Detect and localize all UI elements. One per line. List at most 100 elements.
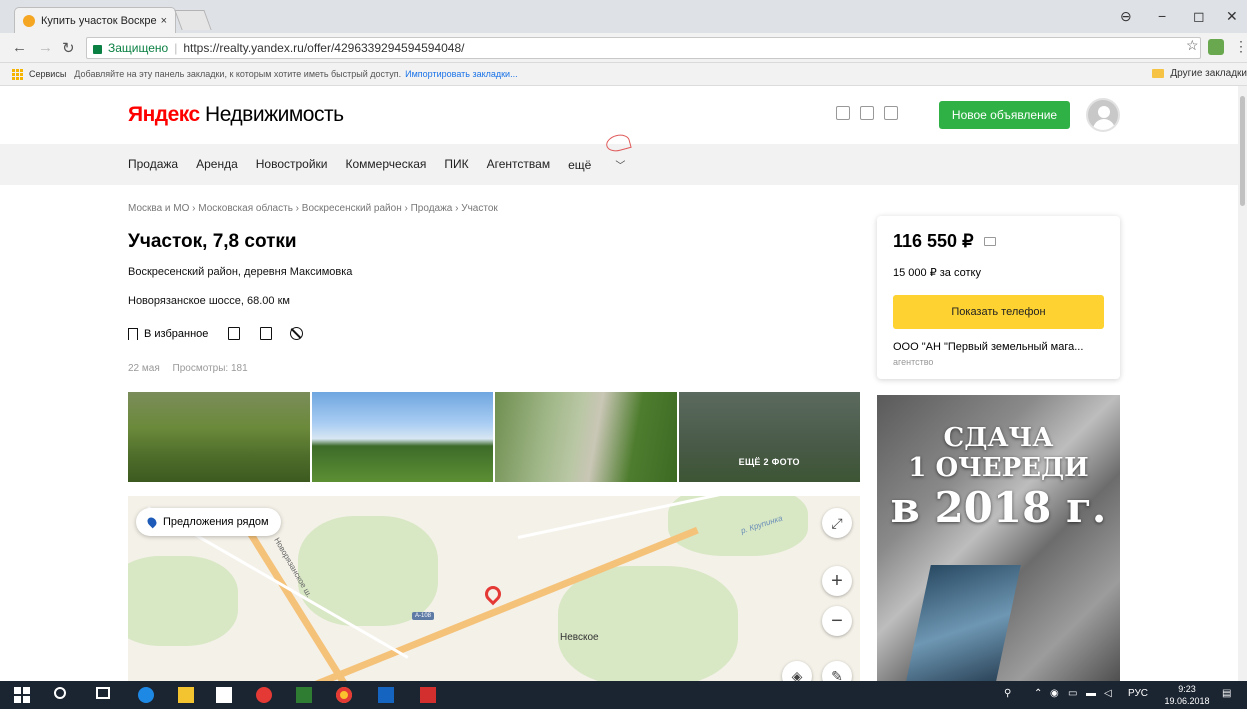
price-value: 116 550 ₽ (893, 231, 974, 251)
agency-name[interactable]: ООО "АН "Первый земельный мага... (893, 341, 1108, 353)
yandex-browser-icon[interactable] (256, 687, 272, 703)
extension-icon[interactable] (1208, 39, 1224, 55)
folder-icon (1152, 69, 1165, 78)
word-icon[interactable] (378, 687, 394, 703)
maximize-button[interactable]: ◻ (1193, 8, 1205, 25)
map[interactable]: Предложения рядом Новорязанское ш. А-108… (128, 496, 860, 686)
other-bookmarks[interactable]: Другие закладки (1152, 68, 1247, 79)
banner-line-3: в 2018 г. (890, 483, 1107, 532)
nav-more-label: ещё (568, 157, 592, 172)
logo-brand: Яндекс (128, 103, 200, 126)
reload-icon[interactable]: ↻ (62, 39, 75, 57)
chrome-icon[interactable] (336, 687, 352, 703)
close-window-button[interactable]: ✕ (1226, 8, 1238, 25)
ad-banner[interactable]: СДАЧА 1 ОЧЕРЕДИ в 2018 г. (877, 395, 1120, 686)
file-explorer-icon[interactable] (178, 687, 194, 703)
apps-grid-icon[interactable] (12, 68, 23, 80)
compare-icon[interactable] (836, 106, 850, 120)
price-per-sotka: 15 000 ₽ за сотку (893, 267, 981, 279)
photo-country-road[interactable] (495, 392, 677, 482)
clock-time: 9:23 (1178, 684, 1196, 694)
nav-item-agencies[interactable]: Агентствам (487, 157, 550, 172)
banner-building-image (903, 565, 1021, 686)
edge-browser-icon[interactable] (138, 687, 154, 703)
pdf-reader-icon[interactable] (420, 687, 436, 703)
hide-offer-icon[interactable] (290, 327, 304, 340)
other-bookmarks-label: Другие закладки (1170, 68, 1247, 79)
price-card: 116 550 ₽ 15 000 ₽ за сотку Показать тел… (877, 216, 1120, 379)
menu-dots-icon[interactable]: ⋮ (1234, 38, 1247, 55)
nav-item-sale[interactable]: Продажа (128, 157, 178, 172)
bookmark-icon[interactable] (128, 327, 138, 340)
url-text: https://realty.yandex.ru/offer/429633929… (183, 41, 465, 55)
import-bookmarks-link[interactable]: Импортировать закладки... (405, 69, 517, 79)
avatar[interactable] (1086, 98, 1120, 132)
offer-views: Просмотры: 181 (172, 363, 248, 374)
minimize-button[interactable]: − (1158, 8, 1166, 24)
offer-highway: Новорязанское шоссе, 68.00 км (128, 295, 290, 307)
network-icon[interactable]: ◉ (1050, 688, 1059, 699)
forward-arrow-icon[interactable]: → (38, 39, 53, 56)
photo-meadow-sky[interactable] (311, 392, 493, 482)
offer-actions: В избранное (128, 327, 304, 340)
tray-chevron-icon[interactable]: ⌃ (1034, 688, 1042, 699)
photo-more[interactable]: ЕЩЁ 2 ФОТО (678, 392, 860, 482)
secure-label: Защищено (108, 41, 169, 55)
zoom-in-button[interactable]: + (822, 566, 852, 596)
nav-item-new-buildings[interactable]: Новостройки (256, 157, 328, 172)
location-marker-icon[interactable] (481, 582, 505, 606)
notifications-icon[interactable]: ▤ (1222, 688, 1231, 699)
browser-toolbar: ← → ↻ Защищено | https://realty.yandex.r… (0, 33, 1247, 63)
show-phone-button[interactable]: Показать телефон (893, 295, 1104, 329)
main-nav: Продажа Аренда Новостройки Коммерческая … (0, 144, 1247, 185)
start-windows-icon[interactable] (14, 687, 30, 703)
windows-taskbar: ⚲ ⌃ ◉ ▭ ▬ ◁ РУС 9:23 19.06.2018 ▤ (0, 681, 1247, 709)
new-ad-button[interactable]: Новое объявление (939, 101, 1070, 129)
clock[interactable]: 9:23 19.06.2018 (1162, 683, 1212, 707)
apps-label[interactable]: Сервисы (29, 69, 66, 79)
nav-item-commercial[interactable]: Коммерческая (346, 157, 427, 172)
nav-item-more[interactable]: ещё ﹀ (568, 157, 643, 173)
photo-aerial-field[interactable] (128, 392, 310, 482)
url-separator: | (174, 41, 178, 55)
scroll-thumb[interactable] (1240, 96, 1245, 206)
power-icon[interactable]: ▭ (1068, 688, 1077, 699)
people-icon[interactable]: ⚲ (1004, 688, 1011, 699)
bookmark-star-icon[interactable]: ☆ (1186, 37, 1199, 54)
task-view-icon[interactable] (96, 687, 110, 699)
new-tab-button[interactable] (174, 10, 212, 30)
lock-icon (93, 44, 102, 54)
excel-icon[interactable] (296, 687, 312, 703)
battery-icon[interactable]: ▬ (1086, 688, 1096, 699)
address-bar[interactable]: Защищено | https://realty.yandex.ru/offe… (86, 37, 1201, 59)
nearby-offers-button[interactable]: Предложения рядом (136, 508, 281, 536)
agency-type: агентство (893, 357, 934, 367)
language-indicator[interactable]: РУС (1128, 688, 1148, 699)
messages-icon[interactable] (884, 106, 898, 120)
compare-icon[interactable] (228, 327, 241, 340)
page-scrollbar[interactable] (1238, 86, 1247, 681)
browser-tab[interactable]: Купить участок Воскрес × (14, 7, 176, 33)
breadcrumb[interactable]: Москва и МО › Московская область › Воскр… (128, 203, 498, 214)
offer-address: Воскресенский район, деревня Максимовка (128, 266, 353, 278)
add-to-favorites-button[interactable]: В избранное (144, 328, 208, 340)
road-shield: А-108 (412, 612, 435, 620)
back-arrow-icon[interactable]: ← (12, 39, 27, 56)
volume-icon[interactable]: ◁ (1104, 688, 1112, 699)
tab-close-icon[interactable]: × (161, 15, 167, 27)
pin-icon (145, 515, 159, 529)
nav-item-rent[interactable]: Аренда (196, 157, 238, 172)
more-photos-label: ЕЩЁ 2 ФОТО (738, 457, 800, 467)
search-icon[interactable] (54, 687, 66, 699)
clock-date: 19.06.2018 (1164, 696, 1210, 706)
fullscreen-icon[interactable]: ⤢ (822, 508, 852, 538)
yandex-realty-logo[interactable]: Яндекс Недвижимость (128, 103, 344, 127)
favorites-bookmark-icon[interactable] (860, 106, 874, 120)
profile-icon[interactable]: ⊖ (1120, 8, 1132, 25)
zoom-out-button[interactable]: − (822, 606, 852, 636)
mail-icon[interactable] (216, 687, 232, 703)
price-subscribe-icon[interactable] (983, 237, 996, 246)
banner-line-2: 1 ОЧЕРЕДИ (908, 453, 1089, 483)
nav-item-pik[interactable]: ПИК (444, 157, 468, 172)
note-icon[interactable] (260, 327, 273, 340)
